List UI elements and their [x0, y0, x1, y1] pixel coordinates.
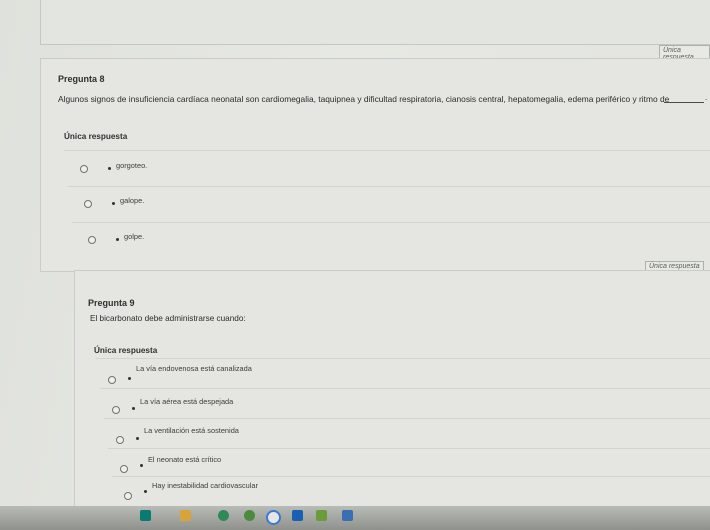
bullet-icon: [108, 167, 111, 170]
q8-option-3-label: golpe.: [124, 232, 145, 241]
q8-option-1-radio[interactable]: [80, 165, 88, 173]
q8-option-3-radio[interactable]: [88, 236, 96, 244]
q9-option-3[interactable]: La ventilación está sostenida: [104, 418, 710, 447]
q8-option-2-radio[interactable]: [84, 200, 92, 208]
bullet-icon: [136, 437, 139, 440]
q8-section-label: Única respuesta: [64, 132, 128, 141]
q8-title: Pregunta 8: [58, 74, 105, 84]
q8-text: Algunos signos de insuficiencia cardíaca…: [58, 94, 670, 104]
bullet-icon: [116, 238, 119, 241]
q9-option-5-radio[interactable]: [124, 492, 132, 500]
screen: Única respuesta Pregunta 8 Algunos signo…: [0, 0, 710, 530]
taskbar: [0, 506, 710, 530]
q9-option-4-label: El neonato está crítico: [148, 455, 222, 464]
q9-section-label: Única respuesta: [94, 346, 158, 355]
bullet-icon: [112, 202, 115, 205]
q9-option-2-label: La vía aérea está despejada: [140, 397, 234, 406]
q9-option-1[interactable]: La vía endovenosa está canalizada: [96, 358, 710, 387]
previous-question-card: [40, 0, 710, 45]
q8-option-1-label: gorgoteo.: [116, 161, 148, 170]
bullet-icon: [128, 377, 131, 380]
q8-option-2-label: galope.: [120, 196, 145, 205]
bullet-icon: [144, 490, 147, 493]
q9-option-4[interactable]: El neonato está crítico: [108, 448, 710, 477]
security-icon[interactable]: [244, 510, 255, 521]
photos-icon[interactable]: [316, 510, 327, 521]
wifi-icon[interactable]: [292, 510, 303, 521]
q8-option-2[interactable]: galope.: [68, 186, 710, 215]
q9-option-5[interactable]: Hay inestabilidad cardiovascular: [112, 476, 710, 505]
q8-option-1[interactable]: gorgoteo.: [64, 150, 710, 179]
q9-option-1-label: La vía endovenosa está canalizada: [136, 364, 252, 373]
bullet-icon: [140, 464, 143, 467]
q9-option-4-radio[interactable]: [120, 465, 128, 473]
q9-option-3-label: La ventilación está sostenida: [144, 426, 239, 435]
folder-icon[interactable]: [180, 510, 191, 521]
q9-option-5-label: Hay inestabilidad cardiovascular: [152, 481, 258, 490]
q9-text: El bicarbonato debe administrarse cuando…: [90, 314, 246, 323]
q9-title: Pregunta 9: [88, 298, 135, 308]
q9-option-2[interactable]: La vía aérea está despejada: [100, 388, 710, 417]
q8-blank: [664, 102, 704, 103]
q9-option-3-radio[interactable]: [116, 436, 124, 444]
edge-icon[interactable]: [266, 510, 281, 525]
q9-option-2-radio[interactable]: [112, 406, 120, 414]
q8-option-3[interactable]: golpe.: [72, 222, 710, 251]
chrome-icon[interactable]: [218, 510, 229, 521]
bullet-icon: [132, 407, 135, 410]
app-icon[interactable]: [342, 510, 353, 521]
app-icon[interactable]: [140, 510, 151, 521]
q9-option-1-radio[interactable]: [108, 376, 116, 384]
q8-text-end: .: [705, 93, 708, 102]
